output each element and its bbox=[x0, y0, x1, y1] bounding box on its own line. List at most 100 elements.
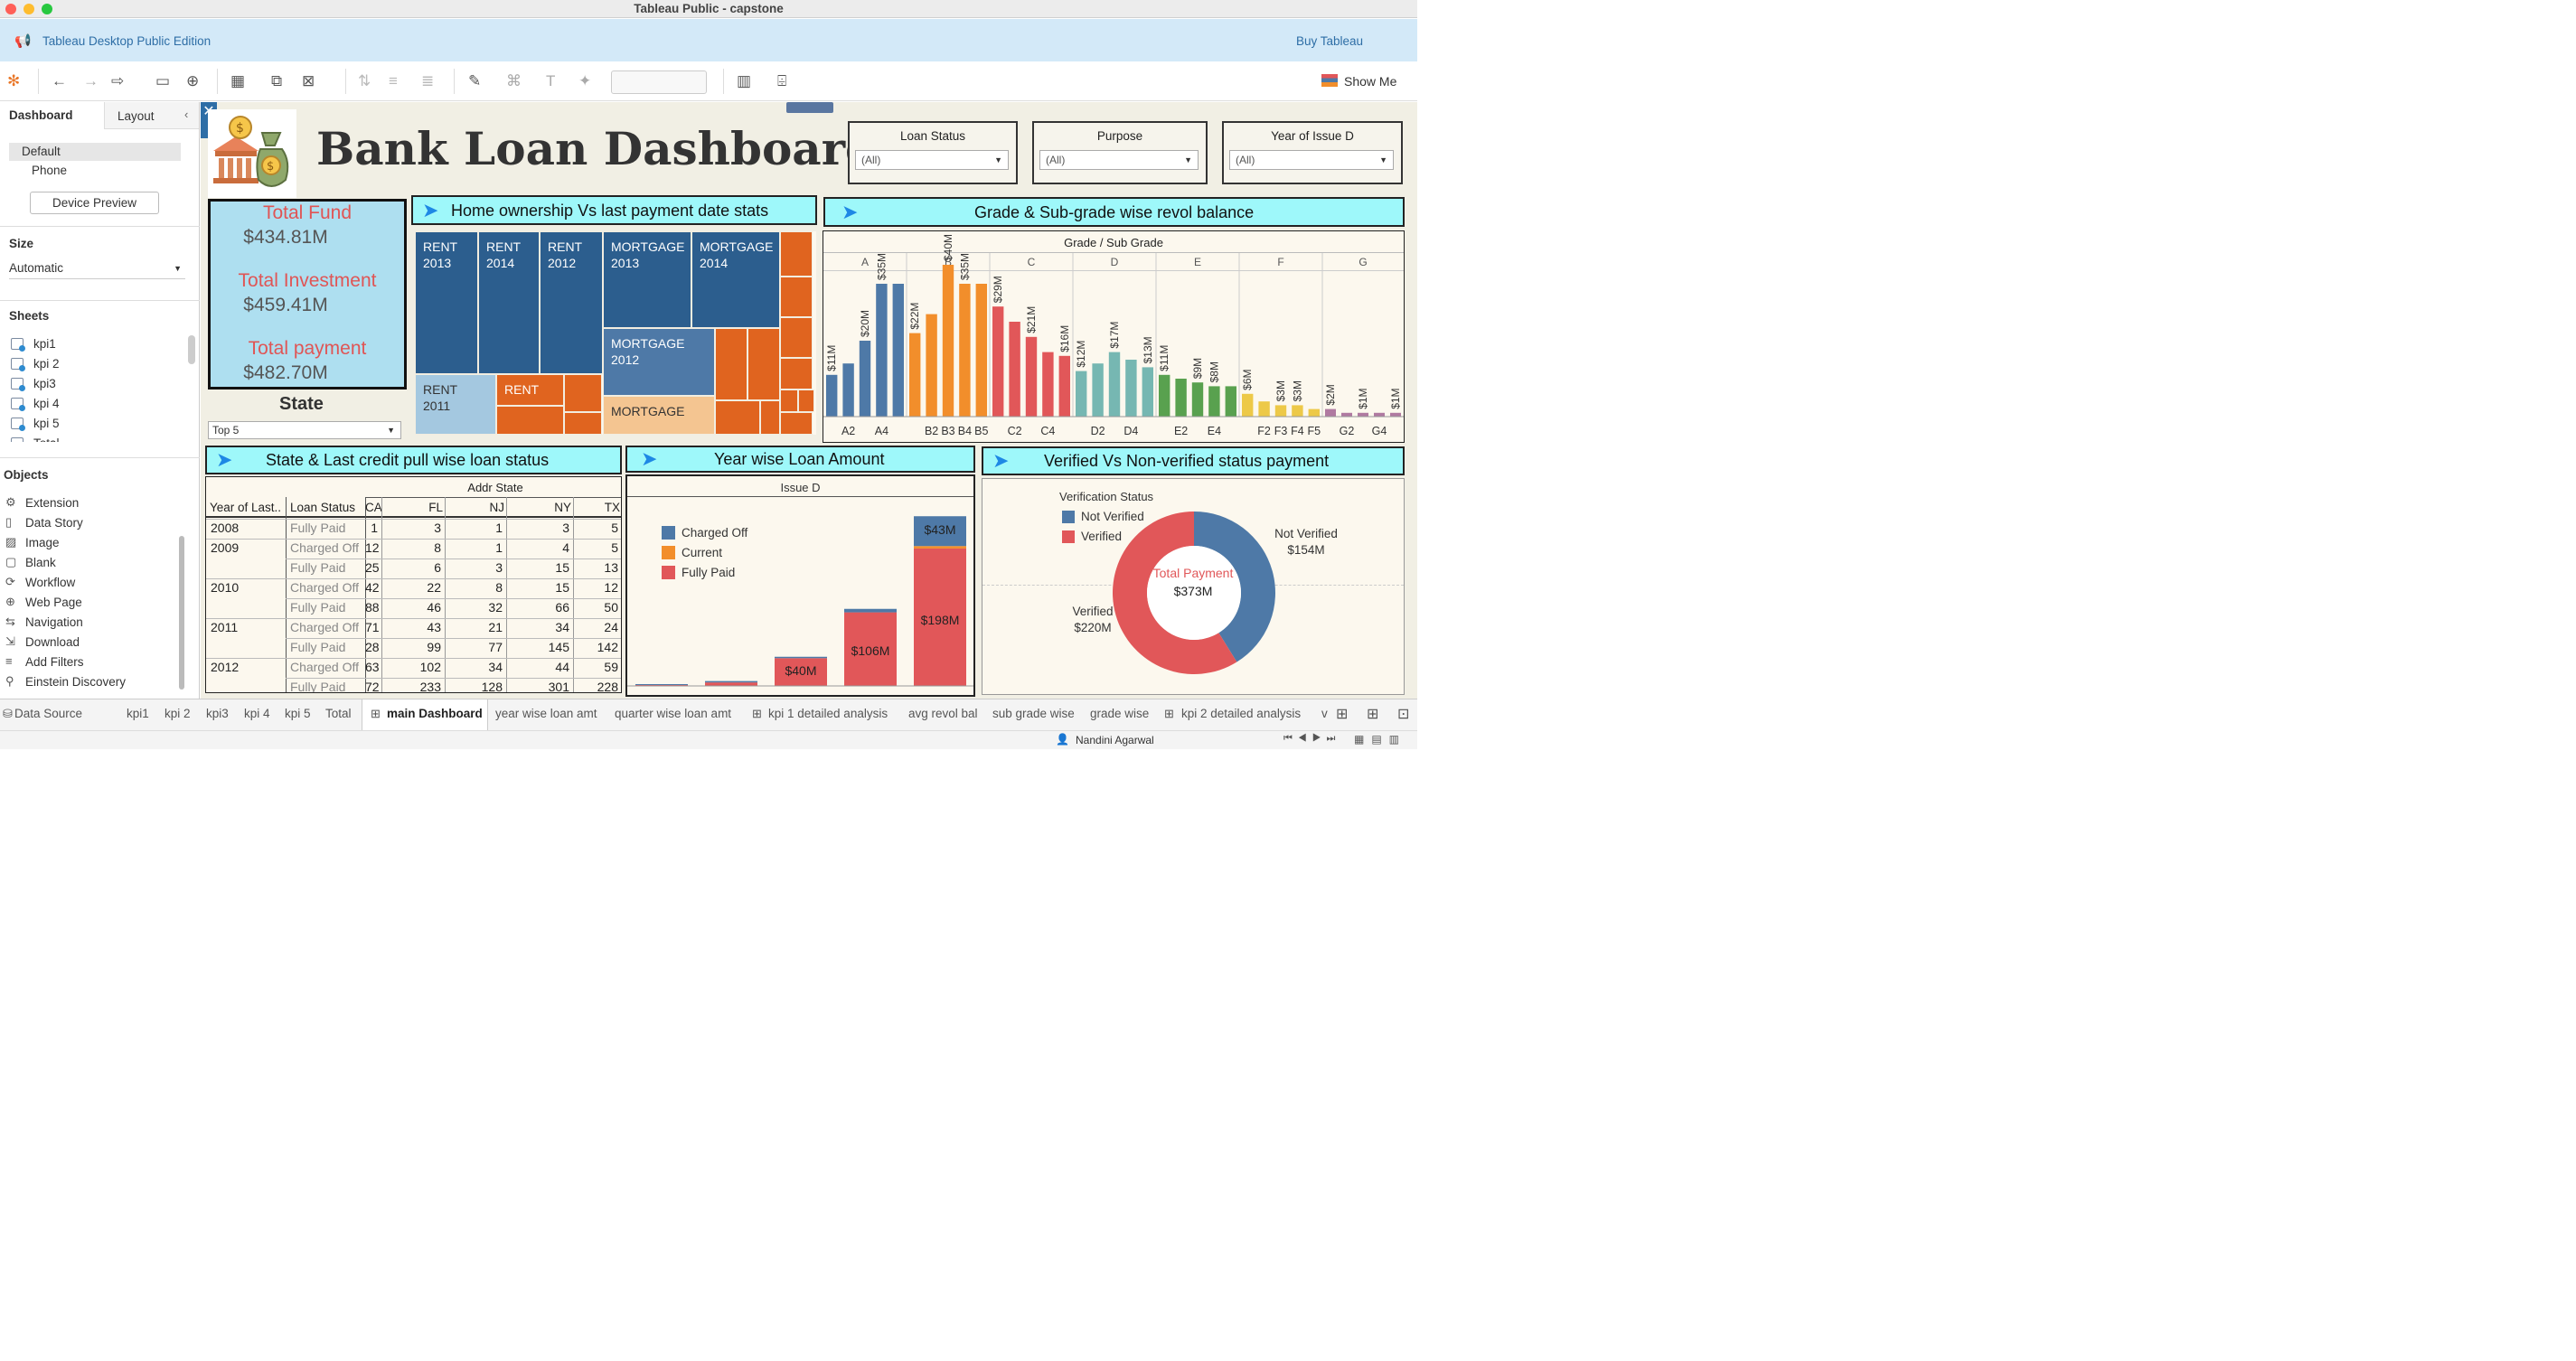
sort-ascending-icon[interactable]: ≡ bbox=[389, 72, 398, 90]
navigation-arrow-icon[interactable]: ➤ bbox=[992, 448, 1009, 474]
filter-dropdown[interactable]: (All) ▼ bbox=[1039, 150, 1199, 170]
grade-bar bbox=[1009, 322, 1020, 417]
object-item[interactable]: ⊕ Web Page bbox=[5, 594, 177, 612]
treemap-cell[interactable]: RENT 2012 bbox=[540, 231, 603, 374]
device-preview-button[interactable]: Device Preview bbox=[30, 192, 159, 214]
object-item[interactable]: ⚲ Einstein Discovery bbox=[5, 673, 177, 691]
navigation-arrow-icon[interactable]: ➤ bbox=[422, 198, 438, 223]
scrollbar[interactable] bbox=[188, 335, 195, 364]
treemap-cell[interactable] bbox=[780, 412, 813, 435]
object-item[interactable]: ⇆ Navigation bbox=[5, 614, 177, 632]
filter-dropdown[interactable]: (All) ▼ bbox=[855, 150, 1009, 170]
navigation-arrow-icon[interactable]: ➤ bbox=[841, 200, 858, 225]
treemap-cell[interactable] bbox=[715, 328, 747, 400]
sheet-tab[interactable]: grade wise bbox=[1090, 707, 1149, 720]
treemap-cell[interactable]: RENT 2014 bbox=[478, 231, 540, 374]
duplicate-icon[interactable]: ⧉ bbox=[271, 72, 282, 90]
object-item[interactable]: ▯ Data Story bbox=[5, 514, 177, 532]
show-cards-icon[interactable]: ▥ bbox=[737, 72, 751, 90]
object-item[interactable]: ⇲ Download bbox=[5, 634, 177, 652]
object-item[interactable]: ▢ Blank bbox=[5, 554, 177, 572]
treemap-label: 2012 bbox=[611, 352, 640, 367]
clear-sheet-icon[interactable]: ⊠ bbox=[302, 72, 315, 90]
pin-icon[interactable]: ✦ bbox=[578, 72, 591, 90]
tab-layout[interactable]: Layout bbox=[118, 109, 155, 123]
collapse-icon[interactable]: ‹ bbox=[184, 108, 188, 121]
view-mode-icon[interactable]: ▦▤▥ bbox=[1354, 733, 1406, 746]
label-icon[interactable]: T bbox=[546, 72, 555, 90]
sheet-tab[interactable]: kpi3 bbox=[206, 707, 229, 720]
drag-handle[interactable] bbox=[786, 102, 833, 113]
sheet-tab[interactable]: Total bbox=[325, 707, 352, 720]
undo-icon[interactable]: ← bbox=[52, 72, 67, 90]
size-dropdown[interactable]: Automatic ▼ bbox=[9, 261, 185, 279]
not-verified-label: Not Verified bbox=[1274, 527, 1338, 540]
sheet-tab[interactable]: Data Source bbox=[14, 707, 82, 720]
sheet-tab[interactable]: avg revol bal bbox=[908, 707, 978, 720]
object-item[interactable]: ⟳ Workflow bbox=[5, 574, 177, 592]
object-item[interactable]: ⚙ Extension bbox=[5, 494, 177, 512]
sheet-tab[interactable]: main Dashboard bbox=[387, 707, 483, 720]
device-default[interactable]: Default bbox=[22, 145, 61, 158]
treemap-cell[interactable] bbox=[780, 317, 813, 358]
new-data-source-icon[interactable]: ⊕ bbox=[186, 72, 199, 90]
sort-descending-icon[interactable]: ≣ bbox=[421, 72, 434, 90]
object-item[interactable]: ▨ Image bbox=[5, 534, 177, 552]
treemap-cell[interactable] bbox=[715, 400, 760, 435]
treemap-cell[interactable] bbox=[780, 231, 813, 277]
new-dashboard-icon[interactable]: ⊞ bbox=[1367, 705, 1378, 723]
treemap-cell[interactable] bbox=[564, 374, 602, 412]
tab-dashboard[interactable]: Dashboard bbox=[9, 108, 73, 122]
redo-icon[interactable]: → bbox=[83, 72, 99, 90]
treemap-cell[interactable]: RENT 2011 bbox=[415, 374, 496, 435]
treemap-cell[interactable]: MORTGAGE 2012 bbox=[603, 328, 715, 396]
sheet-tab[interactable]: year wise loan amt bbox=[495, 707, 597, 720]
replace-data-icon[interactable]: ⇨ bbox=[111, 72, 124, 90]
sheet-tab[interactable]: kpi 5 bbox=[285, 707, 311, 720]
sheet-tab[interactable]: v bbox=[1321, 707, 1328, 720]
swap-icon[interactable]: ⇅ bbox=[358, 72, 371, 90]
treemap-cell[interactable] bbox=[780, 277, 813, 317]
new-story-icon[interactable]: ⊡ bbox=[1397, 705, 1409, 723]
treemap-cell[interactable]: MORTGAGE bbox=[603, 396, 715, 435]
navigation-arrow-icon[interactable]: ➤ bbox=[216, 447, 232, 473]
navigation-arrow-icon[interactable]: ➤ bbox=[641, 446, 657, 472]
treemap-cell[interactable]: MORTGAGE 2014 bbox=[691, 231, 780, 328]
treemap-cell[interactable] bbox=[780, 358, 813, 390]
treemap-cell[interactable] bbox=[760, 400, 780, 435]
save-icon[interactable]: ▭ bbox=[155, 72, 170, 90]
sheet-navigation-icon[interactable]: ⏮◀▶⏭ bbox=[1283, 733, 1340, 745]
dashboard-canvas: ✕ $ $ Bank Loan Dashboard Total Fund$434… bbox=[201, 102, 1417, 699]
sheet-tab[interactable]: kpi 4 bbox=[244, 707, 270, 720]
highlight-icon[interactable]: ✎ bbox=[468, 72, 481, 90]
treemap-cell[interactable] bbox=[780, 390, 798, 412]
treemap-cell[interactable] bbox=[496, 406, 564, 435]
treemap-cell[interactable] bbox=[798, 390, 814, 412]
device-phone[interactable]: Phone bbox=[32, 164, 67, 177]
filter-dropdown[interactable]: (All) ▼ bbox=[1229, 150, 1394, 170]
scrollbar[interactable] bbox=[179, 536, 184, 690]
fit-dropdown[interactable] bbox=[611, 70, 707, 94]
sheet-tab[interactable]: kpi 2 bbox=[165, 707, 191, 720]
new-worksheet-icon[interactable]: ▦ bbox=[230, 72, 245, 90]
new-worksheet-icon[interactable]: ⊞ bbox=[1336, 705, 1348, 723]
object-icon: ⇲ bbox=[5, 634, 15, 648]
buy-tableau-link[interactable]: Buy Tableau bbox=[1296, 34, 1363, 48]
object-item[interactable]: ≡ Add Filters bbox=[5, 653, 177, 671]
sheet-tab[interactable]: kpi1 bbox=[127, 707, 149, 720]
tableau-logo-icon[interactable]: ✻ bbox=[7, 72, 20, 90]
show-me-button[interactable]: Show Me bbox=[1344, 74, 1396, 89]
show-me-icon[interactable] bbox=[1321, 74, 1338, 87]
treemap-cell[interactable]: RENT bbox=[496, 374, 564, 406]
group-icon[interactable]: ⌘ bbox=[506, 72, 522, 90]
treemap-cell[interactable]: RENT 2013 bbox=[415, 231, 478, 374]
sheet-tab[interactable]: quarter wise loan amt bbox=[615, 707, 731, 720]
sheet-tab[interactable]: kpi 2 detailed analysis bbox=[1181, 707, 1301, 720]
sheet-tab[interactable]: kpi 1 detailed analysis bbox=[768, 707, 888, 720]
treemap-cell[interactable] bbox=[747, 328, 780, 400]
presentation-mode-icon[interactable]: ⌹ bbox=[777, 72, 786, 90]
state-filter-dropdown[interactable]: Top 5 ▼ bbox=[208, 421, 401, 439]
treemap-cell[interactable]: MORTGAGE 2013 bbox=[603, 231, 691, 328]
treemap-cell[interactable] bbox=[564, 412, 602, 435]
sheet-tab[interactable]: sub grade wise bbox=[992, 707, 1075, 720]
